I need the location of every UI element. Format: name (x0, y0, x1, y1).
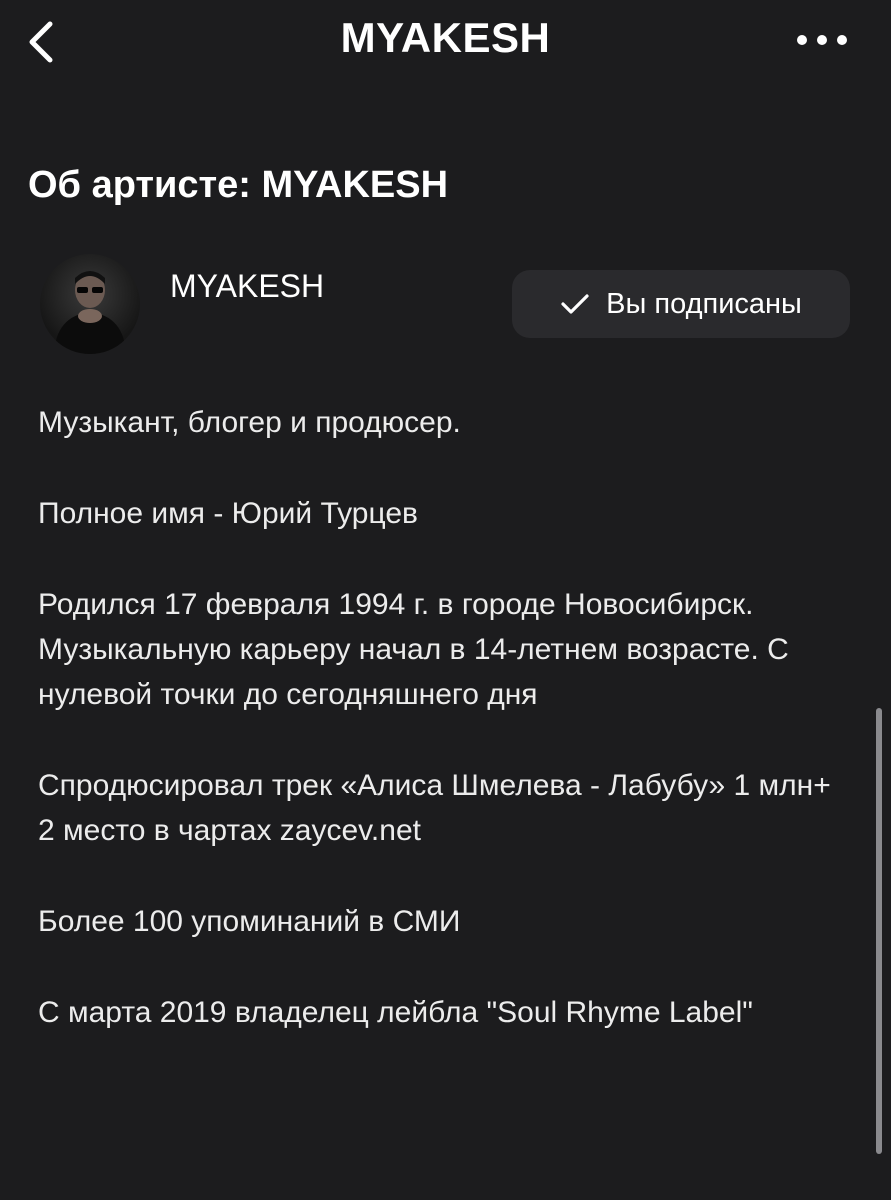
top-navigation-bar: MYAKESH (0, 0, 891, 84)
subscribed-label: Вы подписаны (606, 287, 802, 320)
scrollbar[interactable] (876, 708, 882, 1154)
artist-avatar[interactable] (40, 254, 140, 354)
more-options-button[interactable] (797, 30, 847, 50)
artist-name[interactable]: MYAKESH (170, 268, 324, 305)
bio-paragraph: Музыкант, блогер и продюсер. (38, 406, 461, 439)
ellipsis-icon (797, 35, 807, 45)
checkmark-icon (561, 294, 589, 314)
bio-paragraph: С марта 2019 владелец лейбла "Soul Rhyme… (38, 996, 753, 1029)
section-heading: Об артисте: MYAKESH (28, 164, 449, 206)
bio-paragraph: Более 100 упоминаний в СМИ (38, 905, 461, 938)
bio-paragraph: Родился 17 февраля 1994 г. в городе Ново… (38, 588, 789, 711)
avatar-image (54, 271, 126, 354)
subscribed-button[interactable]: Вы подписаны (512, 270, 850, 338)
bio-paragraph: Полное имя - Юрий Турцев (38, 497, 418, 530)
bio-paragraph: Спродюсировал трек «Алиса Шмелева - Лабу… (38, 769, 831, 847)
artist-bio: Музыкант, блогер и продюсер. Полное имя … (38, 400, 848, 1081)
page-title: MYAKESH (340, 14, 551, 61)
